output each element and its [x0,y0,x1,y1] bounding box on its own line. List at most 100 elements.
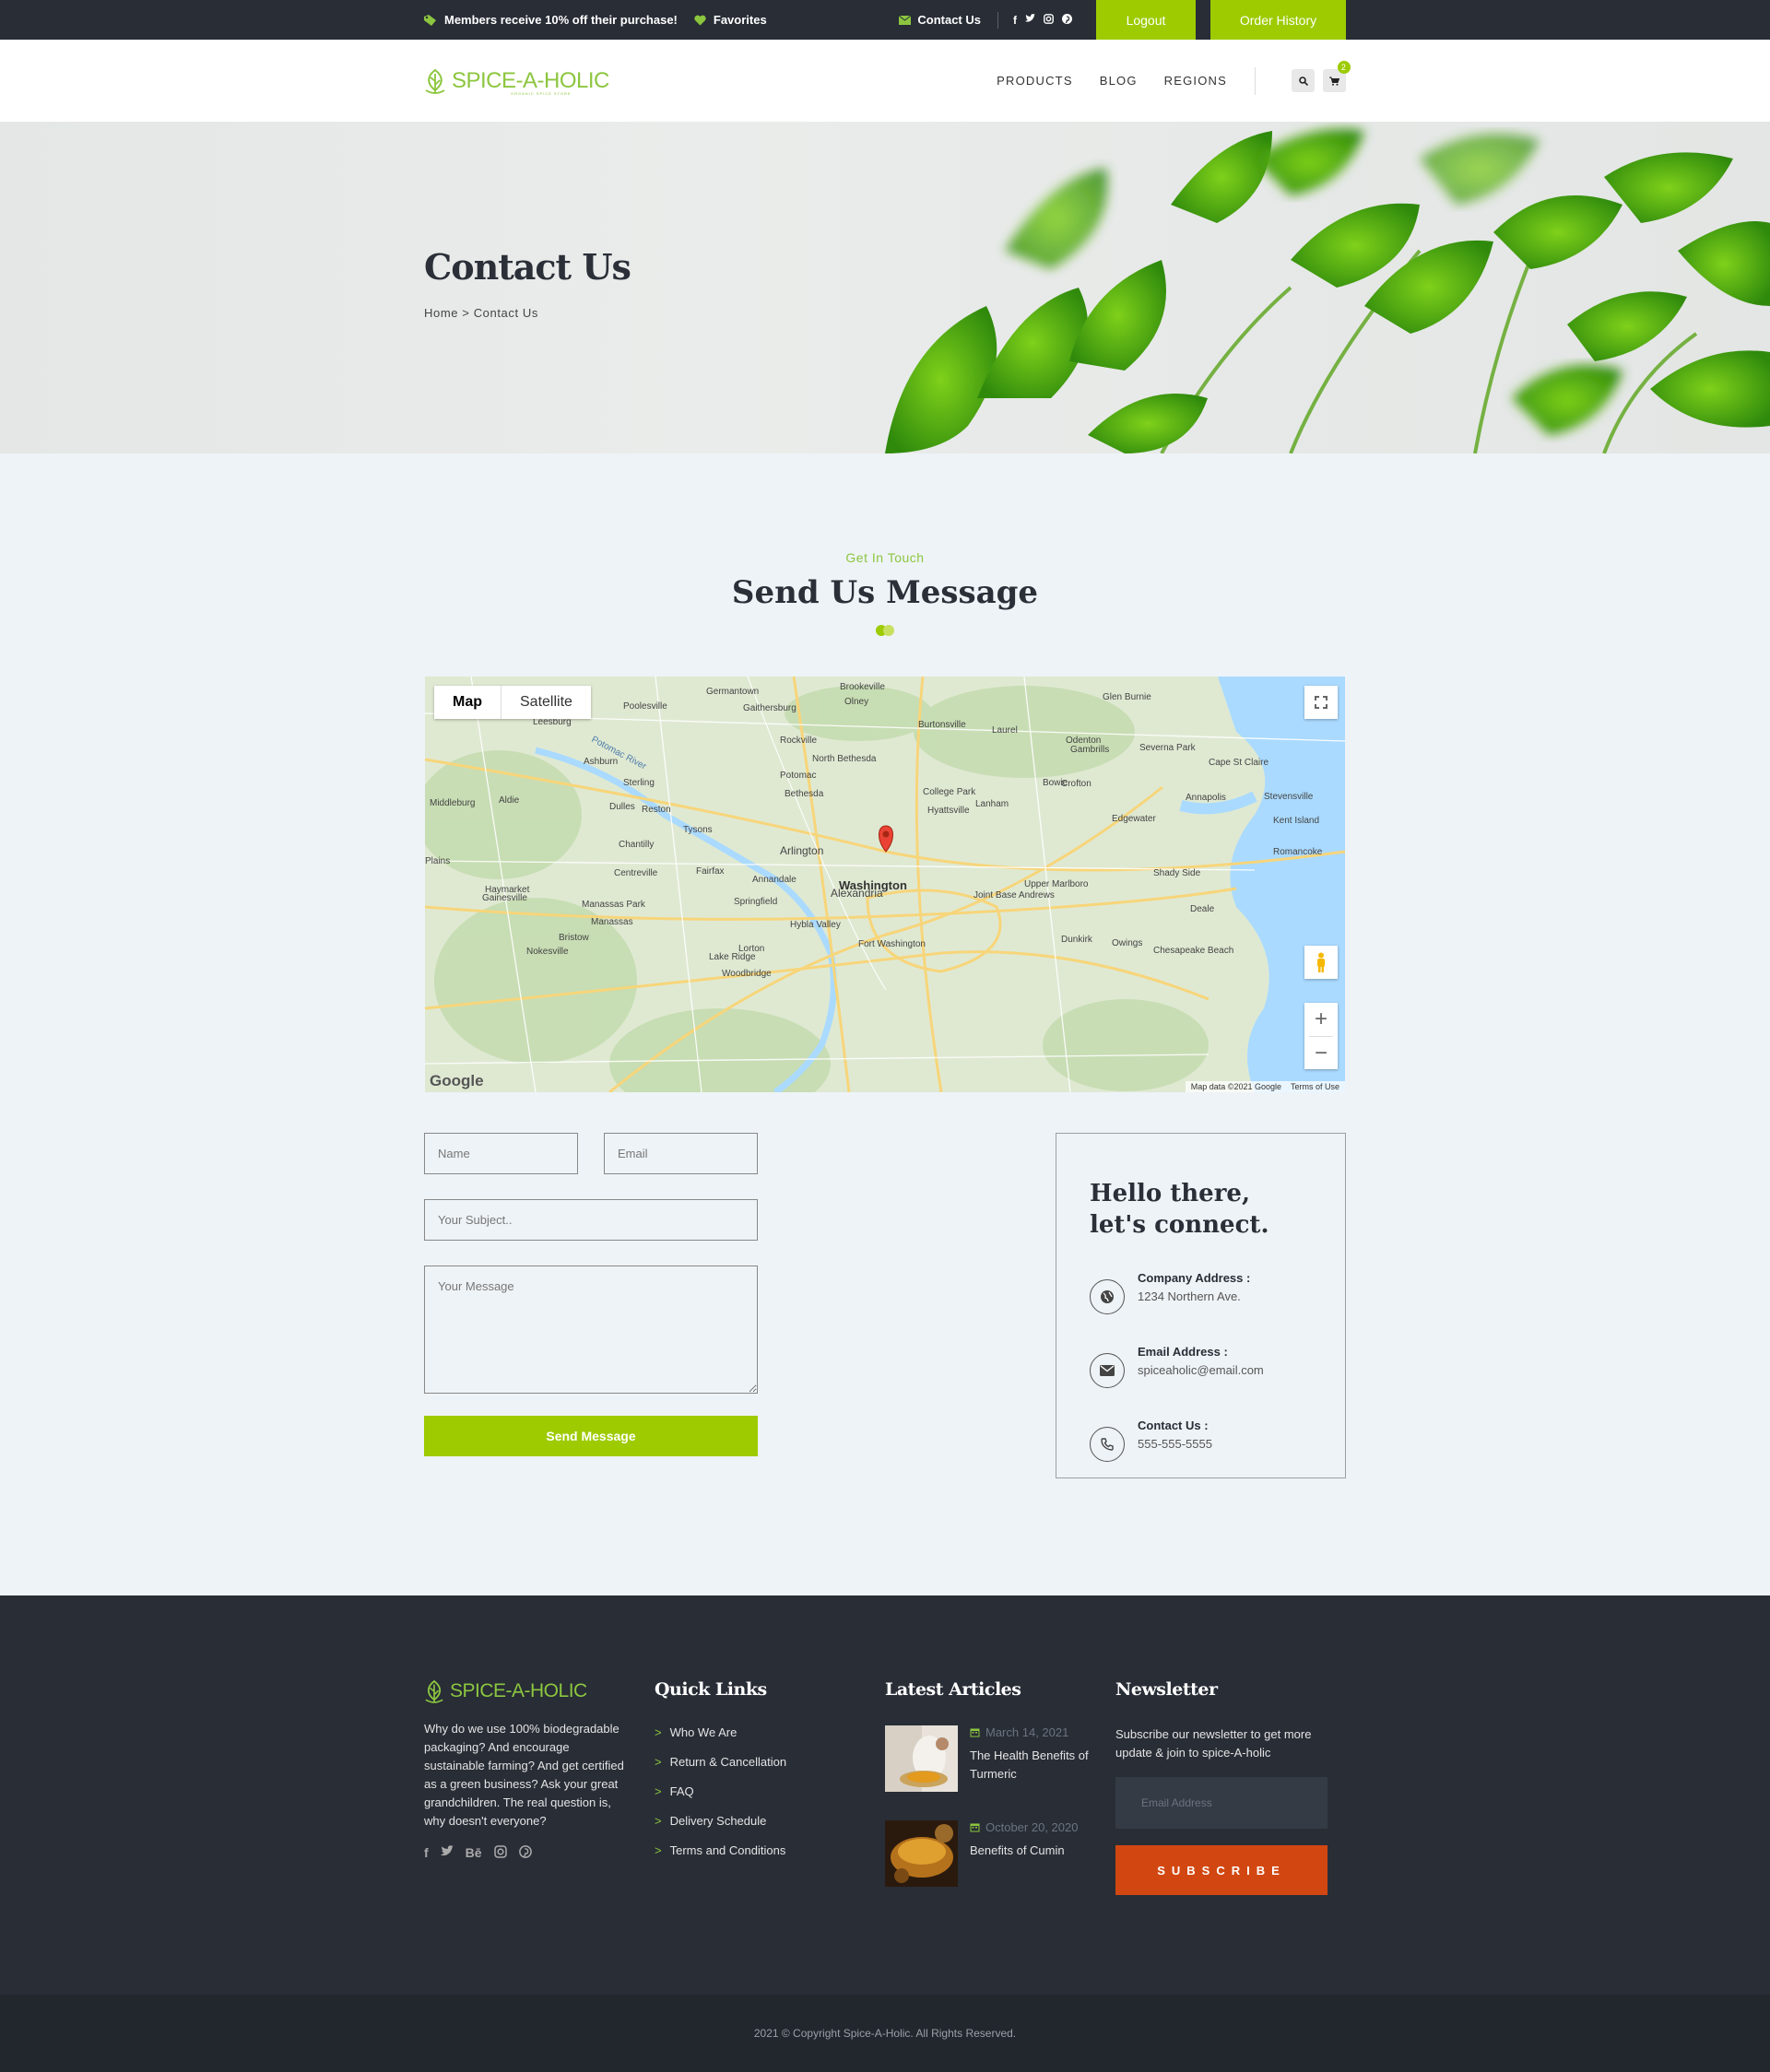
footer-logo[interactable]: SPICE-A-HOLIC [424,1679,655,1703]
map-place-label: Crofton [1061,779,1092,789]
instagram-icon[interactable] [1044,13,1054,24]
search-icon [1298,76,1308,86]
map-place-label: Rockville [780,736,817,746]
google-map[interactable]: Germantown Brookeville Glen Burnie Poolesvi… [425,677,1345,1092]
footer-quick-links: Quick Links > Who We Are > Return & Cancel… [655,1679,885,1915]
chevron-right-icon: > [655,1755,662,1769]
link-label: Delivery Schedule [669,1814,767,1828]
map-tab-map[interactable]: Map [434,686,501,719]
map-place-label: Annandale [752,875,796,885]
cart-icon [1329,77,1339,86]
map-place-label: Burtonsville [918,720,966,730]
map-place-label: Annapolis [1186,793,1226,803]
instagram-icon[interactable] [493,1845,507,1858]
about-text: Why do we use 100% biodegradable packagi… [424,1722,624,1828]
copyright-text: 2021 © Copyright Spice-A-Holic. All Righ… [753,2027,1017,2040]
chevron-right-icon: > [655,1843,662,1857]
favorites-link[interactable]: Favorites [694,13,767,27]
footer-social: f Bē [424,1845,655,1860]
link-faq[interactable]: > FAQ [655,1784,885,1798]
link-terms[interactable]: > Terms and Conditions [655,1843,885,1857]
nav-blog[interactable]: BLOG [1100,74,1138,88]
title-decoration [0,625,1770,636]
facebook-icon[interactable]: f [1013,14,1017,27]
article-date: March 14, 2021 [970,1725,1115,1739]
contact-section: Get In Touch Send Us Message Germantown … [0,453,1770,1478]
map-tab-satellite[interactable]: Satellite [501,686,591,719]
pinterest-icon[interactable] [1062,13,1072,24]
link-label: Terms and Conditions [669,1843,786,1857]
site-footer: SPICE-A-HOLIC Why do we use 100% biodegr… [0,1595,1770,1995]
breadcrumb[interactable]: Home > Contact Us [424,306,538,320]
article-item[interactable]: March 14, 2021 The Health Benefits of Tu… [885,1725,1115,1792]
twitter-icon[interactable] [440,1845,454,1857]
name-input[interactable] [424,1133,578,1174]
map-place-label: North Bethesda [812,754,877,764]
street-view-pegman[interactable] [1304,946,1338,979]
map-place-label: Laurel [992,725,1018,736]
logout-button[interactable]: Logout [1096,0,1196,40]
map-place-label: Edgewater [1112,814,1156,824]
link-label: FAQ [669,1784,694,1798]
globe-icon [1090,1279,1125,1314]
pinterest-icon[interactable] [518,1845,532,1858]
zoom-out-button[interactable]: − [1309,1036,1333,1069]
nav-regions[interactable]: REGIONS [1164,74,1227,88]
article-item[interactable]: October 20, 2020 Benefits of Cumin [885,1820,1115,1887]
email-input[interactable] [604,1133,758,1174]
subject-input[interactable] [424,1199,758,1241]
address-label: Company Address : [1138,1270,1251,1285]
herb-plant-image [885,129,1770,453]
map-place-label: Brookeville [840,682,885,692]
map-place-label: Arlington [780,844,823,857]
search-button[interactable] [1292,69,1315,92]
message-textarea[interactable] [424,1266,758,1394]
link-who-we-are[interactable]: > Who We Are [655,1725,885,1739]
map-label-washington: Washington [839,878,907,892]
link-return-cancellation[interactable]: > Return & Cancellation [655,1755,885,1769]
contact-link[interactable]: Contact Us [899,13,981,27]
zoom-in-button[interactable]: + [1315,1003,1328,1036]
map-place-label: Chantilly [619,840,654,850]
divider [997,11,998,29]
map-place-label: Joint Base Andrews [974,890,1055,901]
newsletter-email-input[interactable] [1115,1777,1328,1829]
article-thumbnail [885,1725,958,1792]
article-title[interactable]: The Health Benefits of Turmeric [970,1747,1115,1784]
behance-icon[interactable]: Bē [466,1845,482,1860]
map-canvas[interactable]: Germantown Brookeville Glen Burnie Poolesvi… [425,677,1345,1092]
email-address-item: Email Address : spiceaholic@email.com [1090,1333,1312,1388]
twitter-icon[interactable] [1025,13,1035,23]
promo: Members receive 10% off their purchase! [424,13,678,27]
link-delivery-schedule[interactable]: > Delivery Schedule [655,1814,885,1828]
send-message-button[interactable]: Send Message [424,1416,758,1456]
address-value: 1234 Northern Ave. [1138,1289,1241,1303]
link-label: Who We Are [669,1725,738,1739]
nav-products[interactable]: PRODUCTS [997,74,1073,88]
cart-button[interactable]: 2 [1323,61,1351,92]
footer-logo-text: SPICE-A-HOLIC [450,1680,587,1701]
logo-tagline: ORGANIC SPICE STORE [511,91,572,96]
card-heading-line1: Hello there, [1090,1180,1251,1207]
map-place-label: Bethesda [785,789,824,799]
fullscreen-button[interactable] [1304,686,1338,719]
article-date-text: March 14, 2021 [985,1725,1069,1739]
map-place-label: Chesapeake Beach [1153,946,1233,956]
logo[interactable]: SPICE-A-HOLIC ORGANIC SPICE STORE [424,68,609,96]
email-value[interactable]: spiceaholic@email.com [1138,1363,1264,1377]
map-place-label: Manassas [591,917,633,927]
order-history-button[interactable]: Order History [1210,0,1346,40]
subscribe-button[interactable]: SUBSCRIBE [1115,1845,1328,1895]
calendar-icon [970,1728,980,1737]
social-links: f [1013,13,1072,27]
contact-info-card: Hello there, let's connect. Company Addre… [1056,1133,1346,1478]
map-attribution: Map data ©2021 Google Terms of Use [1185,1081,1345,1092]
heart-icon [694,15,706,25]
phone-value[interactable]: 555-555-5555 [1138,1437,1212,1451]
terms-link[interactable]: Terms of Use [1291,1082,1339,1091]
article-title[interactable]: Benefits of Cumin [970,1842,1078,1860]
facebook-icon[interactable]: f [424,1845,429,1860]
map-place-label: Hybla Valley [790,920,841,930]
map-place-label: Middleburg [430,798,475,808]
chevron-right-icon: > [655,1725,662,1739]
